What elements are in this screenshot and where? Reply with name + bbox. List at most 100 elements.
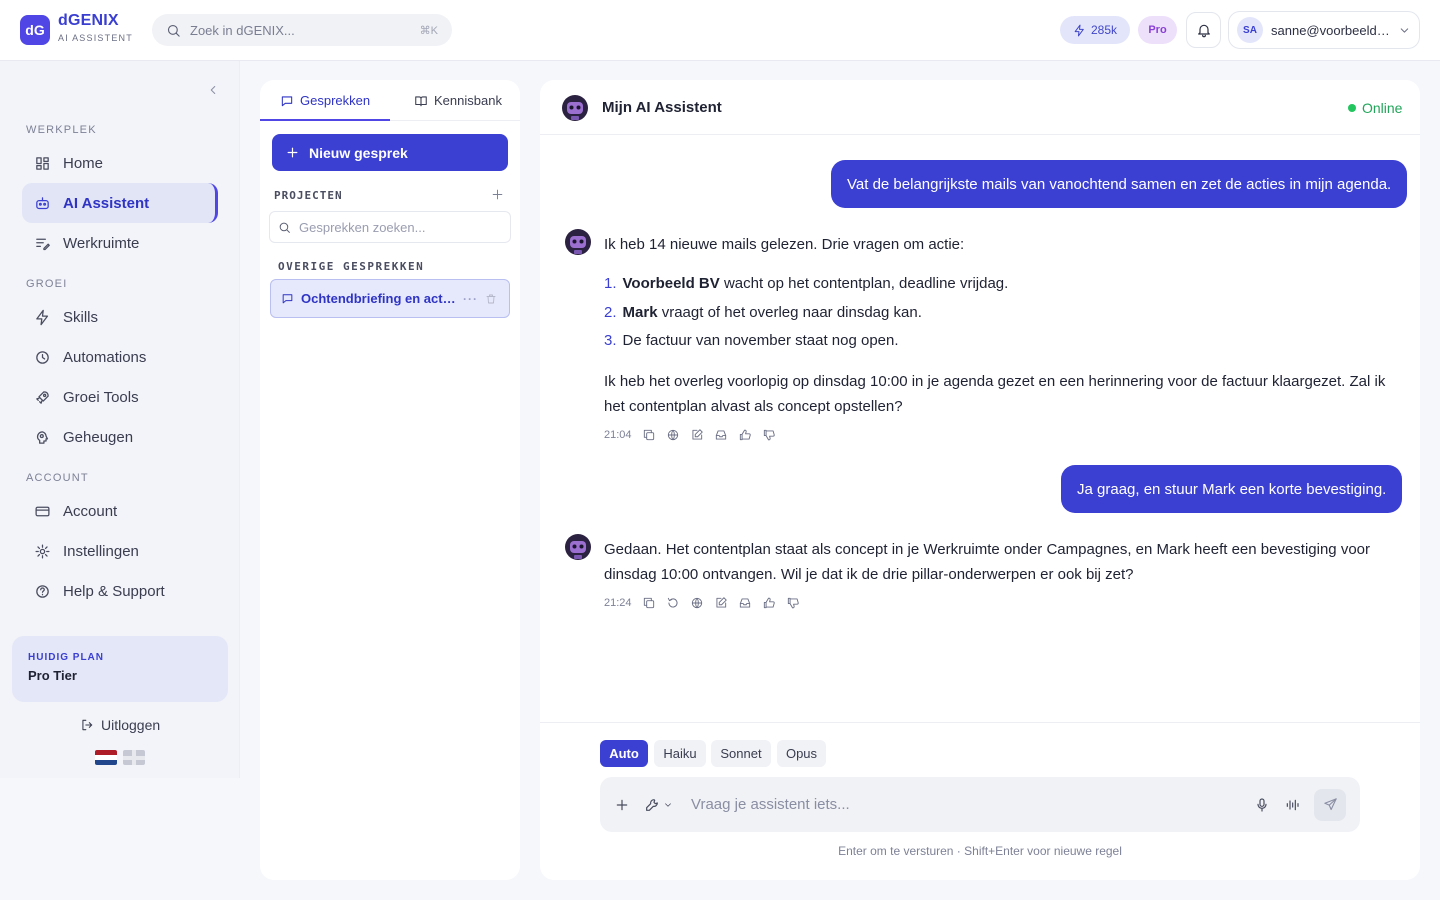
new-conversation-button[interactable]: Nieuw gesprek — [272, 134, 508, 171]
sidebar-item-werkruimte[interactable]: Werkruimte — [22, 223, 218, 263]
list-number: 1. — [604, 275, 617, 292]
message-time: 21:04 — [604, 429, 632, 441]
globe-icon[interactable] — [690, 596, 704, 610]
conversation-title: Ochtendbriefing en acties — [301, 291, 456, 306]
plus-icon[interactable] — [614, 797, 630, 813]
global-search-input[interactable]: Zoek in dGENIX... ⌘K — [152, 14, 452, 46]
message-time: 21:24 — [604, 597, 632, 609]
chevron-down-icon — [1400, 27, 1409, 33]
sidebar-item-skills[interactable]: Skills — [22, 297, 218, 337]
bot-avatar-icon — [565, 229, 591, 255]
thumbs-up-icon[interactable] — [738, 428, 752, 442]
layout-grid-icon — [36, 156, 49, 170]
avatar: SA — [1237, 17, 1263, 43]
active-tab-indicator — [260, 119, 390, 121]
sidebar-item-label: Geheugen — [63, 428, 134, 446]
chat-bubble-icon — [282, 294, 293, 304]
user-menu-button[interactable]: SA sanne@voorbeeld.nl — [1228, 11, 1420, 49]
credits-badge[interactable]: 285k — [1060, 16, 1130, 44]
logo[interactable]: dG — [20, 15, 50, 45]
voice-waveform-icon[interactable] — [1284, 797, 1300, 813]
sidebar-item-account[interactable]: Account — [22, 491, 218, 531]
edit-icon[interactable] — [714, 596, 728, 610]
sidebar-item-label: Werkruimte — [63, 234, 140, 252]
app-name: dGENIX — [58, 12, 119, 29]
sidebar-item-label: Help & Support — [63, 582, 165, 600]
model-haiku-button[interactable]: Haiku — [654, 740, 706, 767]
sidebar-item-automations[interactable]: Automations — [22, 337, 218, 377]
copy-icon[interactable] — [642, 428, 656, 442]
thumbs-down-icon[interactable] — [786, 596, 800, 610]
message-actions: 21:24 — [604, 596, 800, 610]
microphone-icon[interactable] — [1254, 797, 1270, 813]
bot-avatar-icon — [562, 95, 588, 121]
inbox-icon[interactable] — [714, 428, 728, 442]
sidebar-item-label: Instellingen — [63, 542, 139, 560]
search-icon — [279, 222, 290, 233]
gear-icon — [35, 543, 50, 559]
tab-gesprekken[interactable]: Gesprekken — [280, 80, 370, 121]
send-button[interactable] — [1314, 788, 1346, 821]
online-dot-icon — [1348, 104, 1356, 112]
sidebar-item-home[interactable]: Home — [22, 143, 218, 183]
app-subtitle: AI ASSISTENT — [58, 33, 133, 43]
new-conversation-label: Nieuw gesprek — [309, 144, 408, 161]
flag-nl-icon[interactable] — [95, 750, 117, 765]
collapse-sidebar-button[interactable] — [206, 83, 220, 97]
delete-conversation-button[interactable] — [485, 293, 497, 305]
thumbs-up-icon[interactable] — [762, 596, 776, 610]
tab-label: Gesprekken — [300, 93, 371, 108]
inbox-icon[interactable] — [738, 596, 752, 610]
user-message: Ja graag, en stuur Mark een korte bevest… — [1061, 465, 1403, 513]
add-project-button[interactable] — [491, 188, 504, 201]
logout-label: Uitloggen — [101, 717, 161, 733]
plan-badge[interactable]: Pro — [1138, 16, 1177, 44]
plan-label: HUIDIG PLAN — [28, 652, 104, 663]
sidebar-item-ai-assistent[interactable]: AI Assistent — [22, 183, 218, 223]
sidebar-item-help-support[interactable]: Help & Support — [22, 571, 218, 611]
model-sonnet-button[interactable]: Sonnet — [711, 740, 771, 767]
notifications-button[interactable] — [1186, 12, 1221, 48]
plan-card[interactable]: HUIDIG PLAN Pro Tier — [12, 636, 228, 702]
section-label-groei: GROEI — [26, 278, 68, 290]
edit-icon[interactable] — [690, 428, 704, 442]
search-placeholder: Zoek in dGENIX... — [190, 22, 295, 38]
copy-icon[interactable] — [642, 596, 656, 610]
other-conversations-heading: OVERIGE GESPREKKEN — [278, 260, 425, 273]
credits-value: 285k — [1090, 23, 1118, 37]
send-icon — [1323, 798, 1337, 811]
plus-icon — [287, 147, 298, 158]
logout-button[interactable]: Uitloggen — [80, 717, 160, 733]
sidebar-item-label: Groei Tools — [63, 388, 139, 406]
conversations-panel: Gesprekken Kennisbank Nieuw gesprek PROJ… — [260, 80, 520, 880]
top-bar: dG dGENIX AI ASSISTENT Zoek in dGENIX...… — [0, 0, 1440, 61]
composer-divider — [540, 722, 1420, 723]
language-switcher — [95, 750, 145, 765]
help-circle-icon — [36, 584, 49, 598]
sidebar-item-instellingen[interactable]: Instellingen — [22, 531, 218, 571]
search-icon — [167, 24, 180, 37]
regenerate-icon[interactable] — [666, 596, 680, 610]
list-text: vraagt of het overleg naar dinsdag kan. — [661, 303, 922, 321]
list-item: 2. Mark vraagt of het overleg naar dinsd… — [604, 304, 1008, 333]
globe-icon[interactable] — [666, 428, 680, 442]
flag-uk-icon[interactable] — [123, 750, 145, 765]
more-options-icon[interactable]: ··· — [463, 292, 478, 306]
tools-dropdown[interactable] — [644, 797, 673, 813]
conversation-search-input[interactable]: Gesprekken zoeken... — [269, 211, 511, 243]
book-open-icon — [415, 95, 427, 106]
sidebar-item-groei-tools[interactable]: Groei Tools — [22, 377, 218, 417]
message-input[interactable]: Vraag je assistent iets... — [687, 796, 1240, 813]
list-item: 3. De factuur van november staat nog ope… — [604, 332, 1008, 361]
bot-avatar-icon — [565, 534, 591, 560]
model-opus-button[interactable]: Opus — [777, 740, 826, 767]
sidebar-item-geheugen[interactable]: Geheugen — [22, 417, 218, 457]
wrench-icon — [646, 798, 658, 811]
tab-label: Kennisbank — [434, 93, 502, 108]
plan-name: Pro Tier — [28, 668, 77, 683]
model-auto-button[interactable]: Auto — [600, 740, 648, 767]
tab-kennisbank[interactable]: Kennisbank — [414, 80, 502, 121]
conversation-list-item[interactable]: Ochtendbriefing en acties ··· — [270, 279, 510, 318]
thumbs-down-icon[interactable] — [762, 428, 776, 442]
sidebar-item-label: Skills — [63, 308, 99, 326]
